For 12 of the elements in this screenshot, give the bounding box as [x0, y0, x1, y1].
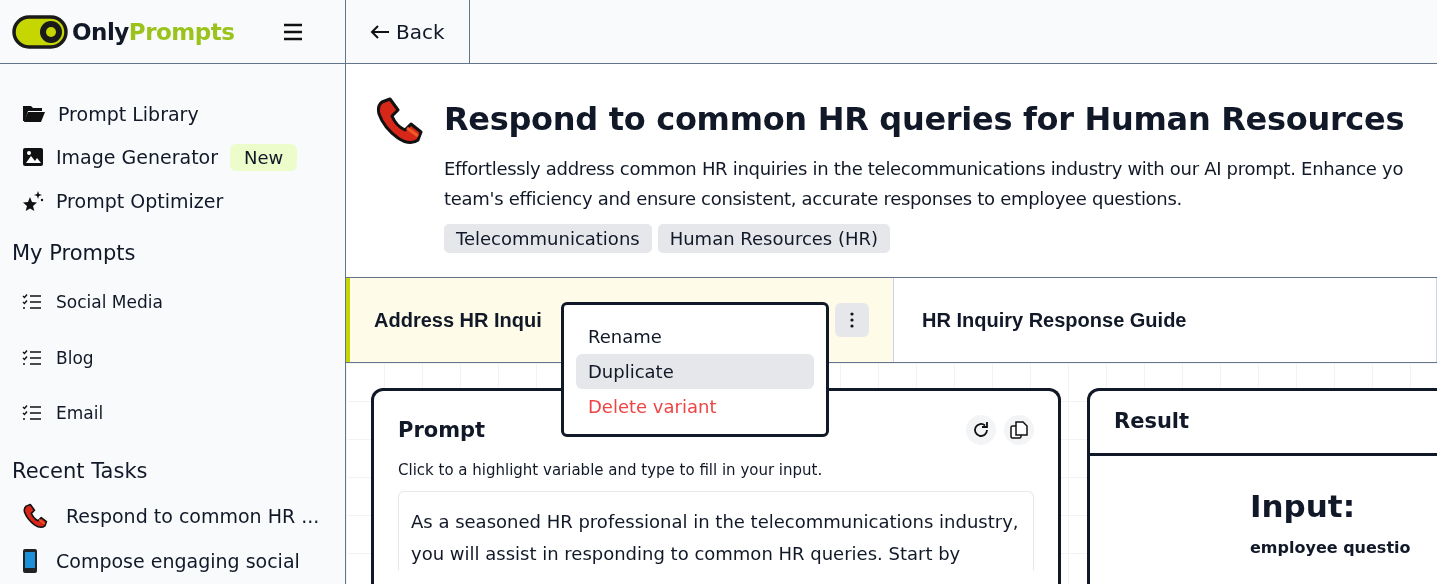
new-badge: New: [230, 143, 298, 171]
card-title: Prompt: [398, 418, 486, 442]
result-heading: Input:: [1250, 488, 1357, 524]
section-heading: My Prompts: [12, 240, 137, 265]
logo-text: OnlyPrompts: [72, 18, 235, 45]
section-heading: Recent Tasks: [12, 458, 149, 483]
task-title: Respond to common HR queries for Human Resources: [444, 100, 1405, 138]
description-line: team's efficiency and ensure consistent, accurate responses to employee questions.: [444, 187, 1183, 211]
result-subheading: employee questio: [1250, 538, 1411, 557]
card-title: Result: [1114, 409, 1190, 433]
description-line: Effortlessly address common HR inquiries in the telecommunications industry with our AI prompt. Enhance yo: [444, 157, 1405, 181]
hint-text: Click to a highlight variable and type to fill in your input.: [398, 461, 824, 479]
